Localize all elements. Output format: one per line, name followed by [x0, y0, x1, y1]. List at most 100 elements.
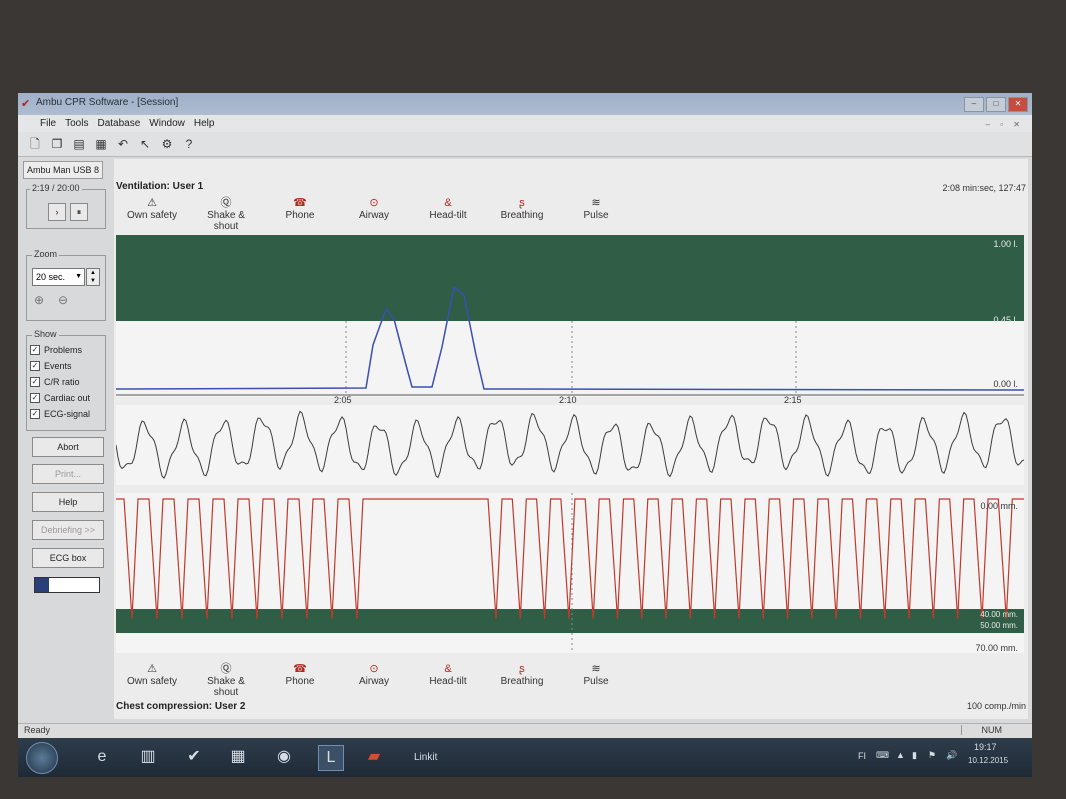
tray-expand-icon[interactable]: ▲ [896, 750, 905, 760]
debriefing-button[interactable]: Debriefing >> [32, 520, 104, 540]
internet-explorer-icon[interactable]: e [90, 745, 114, 769]
checkbox-problems[interactable]: ✓ Problems [30, 342, 102, 358]
ventilation-title: Ventilation: User 1 [116, 181, 204, 192]
menu-help[interactable]: Help [194, 118, 215, 129]
ventilation-bottom-value: 0.00 l. [993, 379, 1018, 389]
time-tick-210: 2:10 [559, 395, 577, 405]
checkbox-events[interactable]: ✓ Events [30, 358, 102, 374]
question-circle-icon: Ⓠ [220, 663, 232, 675]
checkbox-icon[interactable]: ✓ [30, 393, 40, 403]
window-title: Ambu CPR Software - [Session] [36, 97, 179, 108]
status-bar: Ready NUM [18, 723, 1032, 738]
ventilation-svg [116, 285, 1024, 396]
new-file-icon[interactable]: 🗋 [26, 135, 44, 153]
num-lock-indicator: NUM [960, 725, 1002, 735]
checkbox-icon[interactable]: ✓ [30, 361, 40, 371]
abort-button[interactable]: Abort [32, 437, 104, 457]
step-head-tilt[interactable]: & Head-tilt [418, 663, 478, 693]
undo-icon[interactable]: ↶ [114, 135, 132, 153]
checkbox-ecg-signal[interactable]: ✓ ECG-signal [30, 406, 102, 422]
step-shake-shout[interactable]: Ⓠ Shake & shout [196, 197, 256, 232]
top-steps: ⚠ Own safety Ⓠ Shake & shout ☎ Phone ⊙ Airwa… [122, 197, 642, 232]
ecg-plot [116, 405, 1024, 485]
ambu-app-icon[interactable]: ▰ [362, 745, 386, 769]
step-breathing[interactable]: ʂ Breathing [492, 663, 552, 693]
show-label: Show [32, 329, 59, 339]
play-button[interactable]: › [48, 203, 66, 221]
taskbar-app-label[interactable]: Linkit [414, 752, 437, 763]
close-button[interactable]: ✕ [1008, 97, 1028, 112]
flag-icon[interactable]: ⚑ [928, 750, 936, 761]
time-tick-215: 2:15 [784, 395, 802, 405]
head-tilt-icon: & [444, 197, 452, 209]
pause-button[interactable]: ⏸ [70, 203, 88, 221]
open-file-icon[interactable]: ❐ [48, 135, 66, 153]
mdi-controls[interactable]: – ▫ ✕ [986, 120, 1024, 129]
checkbox-icon[interactable]: ✓ [30, 345, 40, 355]
device-tab[interactable]: Ambu Man USB 8 [23, 161, 103, 179]
help-button[interactable]: Help [32, 492, 104, 512]
warning-icon: ⚠ [147, 197, 157, 209]
app-logo-icon: ✔ [21, 98, 31, 110]
calculator-icon[interactable]: ▦ [226, 745, 250, 769]
lync-icon[interactable]: L [318, 745, 344, 771]
step-phone[interactable]: ☎ Phone [270, 197, 330, 227]
settings-icon[interactable]: ⚙ [158, 135, 176, 153]
compression-svg [116, 493, 1024, 653]
tasks-icon[interactable]: ✔ [182, 745, 206, 769]
help-icon[interactable]: ? [180, 135, 198, 153]
print-button[interactable]: Print... [32, 464, 104, 484]
checkbox-cr-ratio[interactable]: ✓ C/R ratio [30, 374, 102, 390]
media-icon[interactable]: ◉ [272, 745, 296, 769]
compression-title: Chest compression: User 2 [116, 701, 246, 712]
checkbox-icon[interactable]: ✓ [30, 377, 40, 387]
keyboard-icon[interactable]: ⌨ [876, 750, 889, 761]
ventilation-plot: 1.00 l. 0.45 l. 0.00 l. [116, 235, 1024, 397]
step-breathing[interactable]: ʂ Breathing [492, 197, 552, 227]
step-own-safety[interactable]: ⚠ Own safety [122, 663, 182, 693]
minimize-button[interactable]: – [964, 97, 984, 112]
step-airway[interactable]: ⊙ Airway [344, 663, 404, 693]
zoom-stepper[interactable]: ▲ ▼ [86, 268, 100, 286]
clock-time[interactable]: 19:17 [974, 742, 997, 752]
start-button[interactable] [26, 742, 58, 774]
menu-database[interactable]: Database [97, 118, 140, 129]
maximize-button[interactable]: □ [986, 97, 1006, 112]
step-airway[interactable]: ⊙ Airway [344, 197, 404, 227]
warning-icon: ⚠ [147, 663, 157, 675]
compression-band-value1: 40.00 mm. [980, 610, 1018, 619]
clock-date[interactable]: 10.12.2015 [968, 756, 1008, 765]
timer-label: 2:19 / 20:00 [30, 183, 82, 193]
ventilation-mid-value: 0.45 l. [993, 315, 1018, 325]
step-pulse[interactable]: ≋ Pulse [566, 663, 626, 693]
step-shake-shout[interactable]: Ⓠ Shake & shout [196, 663, 256, 698]
ecg-box-button[interactable]: ECG box [32, 548, 104, 568]
step-head-tilt[interactable]: & Head-tilt [418, 197, 478, 227]
compression-bottom-value: 70.00 mm. [975, 643, 1018, 653]
ventilation-curve [116, 285, 1024, 391]
step-pulse[interactable]: ≋ Pulse [566, 197, 626, 227]
file-explorer-icon[interactable]: ▥ [136, 745, 160, 769]
zoom-group [26, 255, 106, 321]
network-icon[interactable]: ▮ [912, 750, 917, 761]
zoom-out-icon[interactable]: ⊖ [58, 293, 68, 307]
compression-plot: 0.00 mm. 40.00 mm. 50.00 mm. 70.00 mm. [116, 493, 1024, 653]
breathing-icon: ʂ [519, 663, 525, 675]
pointer-icon[interactable]: ↖ [136, 135, 154, 153]
zoom-select[interactable]: 20 sec. ▼ [32, 268, 85, 286]
zoom-in-icon[interactable]: ⊕ [34, 293, 44, 307]
step-phone[interactable]: ☎ Phone [270, 663, 330, 693]
grid-icon[interactable]: ▦ [92, 135, 110, 153]
status-text: Ready [24, 725, 51, 735]
checkbox-icon[interactable]: ✓ [30, 409, 40, 419]
language-indicator[interactable]: FI [858, 751, 866, 761]
window-controls: – □ ✕ [964, 97, 1028, 112]
menu-tools[interactable]: Tools [65, 118, 88, 129]
checkbox-cardiac-out[interactable]: ✓ Cardiac out [30, 390, 102, 406]
save-icon[interactable]: ▤ [70, 135, 88, 153]
menu-file[interactable]: File [40, 118, 56, 129]
volume-icon[interactable]: 🔊 [946, 750, 957, 761]
menu-window[interactable]: Window [149, 118, 185, 129]
breathing-icon: ʂ [519, 197, 525, 209]
step-own-safety[interactable]: ⚠ Own safety [122, 197, 182, 227]
